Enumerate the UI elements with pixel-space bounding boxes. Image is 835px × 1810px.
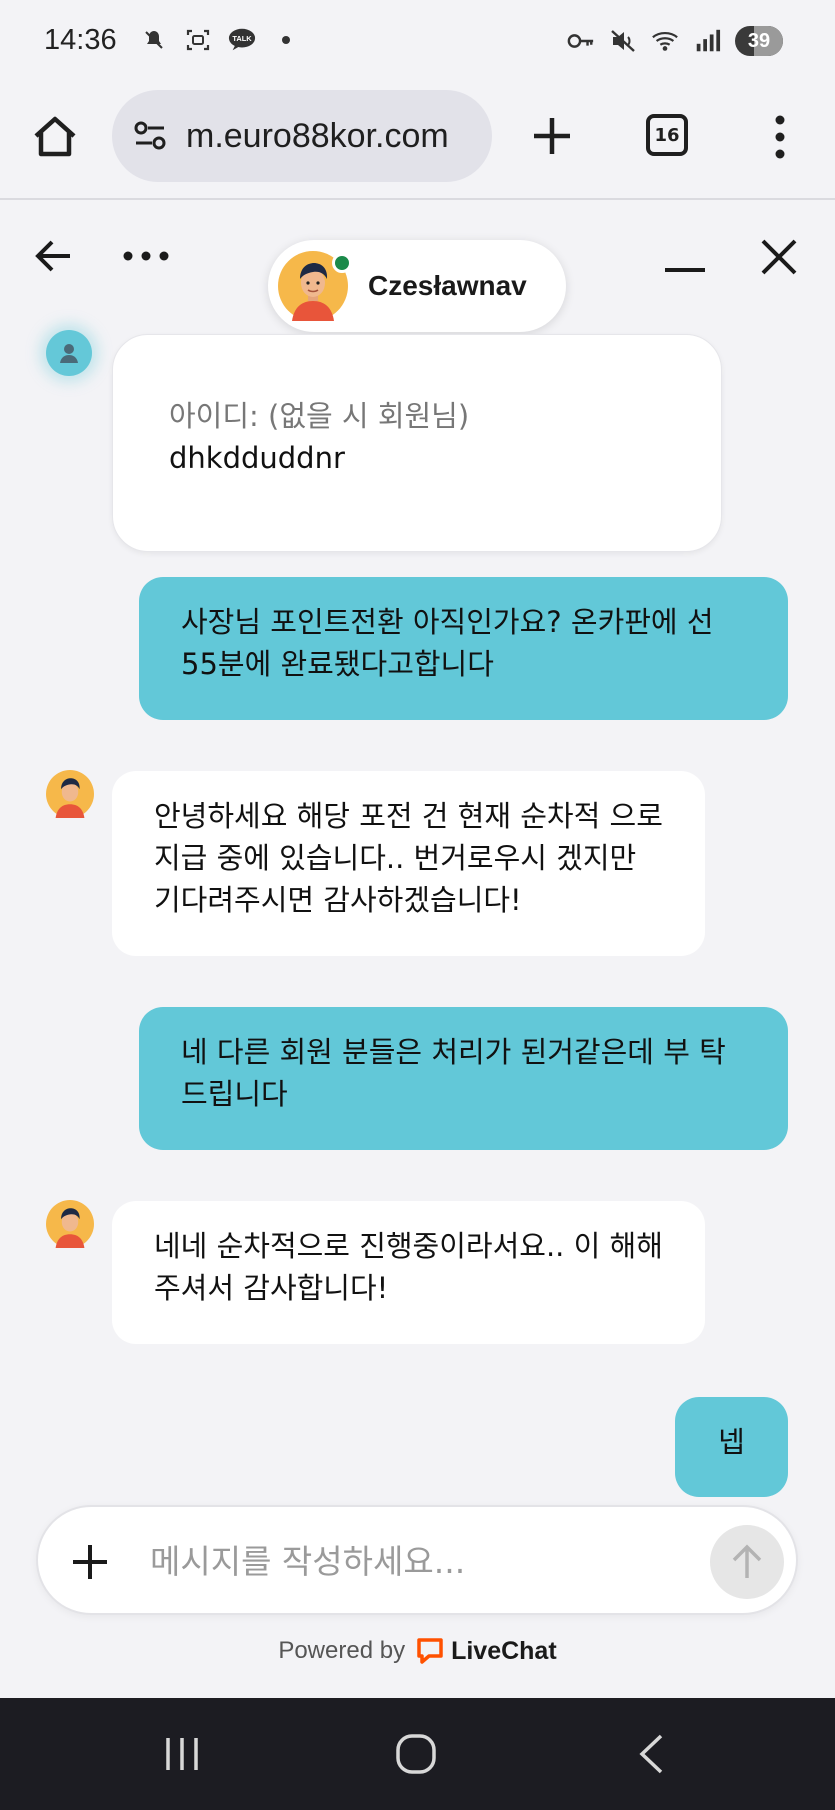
signal-icon (693, 27, 721, 55)
attach-button[interactable] (68, 1540, 112, 1584)
status-left-icons: TALK (140, 26, 300, 54)
plus-icon (534, 118, 570, 154)
battery-level: 39 (747, 29, 771, 52)
screenshot-icon (184, 26, 212, 54)
send-button[interactable] (710, 1525, 784, 1599)
home-circle-icon (396, 1734, 436, 1774)
vibrate-icon (609, 27, 637, 55)
dot-icon (272, 26, 300, 54)
close-button[interactable] (758, 236, 800, 278)
talk-icon: TALK (228, 26, 256, 54)
user-icon (60, 344, 78, 363)
powered-by-text: Powered by (278, 1637, 406, 1664)
home-icon (34, 116, 76, 157)
chevron-left-icon (639, 1734, 663, 1774)
site-settings-icon[interactable] (130, 116, 170, 156)
more-horiz-icon (123, 251, 169, 261)
status-bar: 14:36 TALK 39 (0, 0, 835, 82)
minimize-button[interactable] (662, 244, 708, 274)
system-nav-bar (0, 1698, 835, 1810)
visitor-message: 넵 (675, 1397, 788, 1497)
chat-header: Czesławnav (0, 202, 835, 332)
tab-switcher-button[interactable]: 16 (646, 114, 688, 156)
chat-options-button[interactable] (120, 246, 172, 266)
status-time: 14:36 (44, 24, 117, 56)
livechat-brand: LiveChat (451, 1636, 557, 1665)
agent-message-avatar (46, 1200, 94, 1252)
agent-avatar (278, 251, 352, 321)
message-composer (36, 1505, 798, 1615)
arrow-up-icon (732, 1544, 762, 1578)
visitor-message: 사장님 포인트전환 아직인가요? 온카판에 선 55분에 완료됐다고합니다 (139, 577, 788, 720)
recents-icon (166, 1738, 198, 1770)
prechat-form-card: 아이디: (없을 시 회원님) dhkdduddnr (112, 334, 722, 552)
agent-avatar-icon (46, 770, 94, 818)
agent-message: 네네 순차적으로 진행중이라서요.. 이 해해주셔서 감사합니다! (112, 1201, 705, 1344)
home-nav-button[interactable] (394, 1732, 438, 1776)
online-status-dot (332, 253, 352, 273)
agent-avatar-icon (46, 1200, 94, 1248)
key-icon (567, 27, 595, 55)
url-text: m.euro88kor.com (186, 116, 449, 155)
close-icon (761, 239, 797, 275)
form-field-value: dhkdduddnr (169, 441, 345, 475)
address-bar[interactable]: m.euro88kor.com (112, 90, 492, 182)
browser-menu-button[interactable] (762, 112, 798, 162)
powered-by[interactable]: Powered by LiveChat (0, 1636, 835, 1666)
plus-icon (73, 1545, 107, 1579)
back-nav-button[interactable] (636, 1732, 666, 1776)
minimize-icon (665, 268, 705, 272)
agent-message: 안녕하세요 해당 포전 건 현재 순차적 으로 지급 중에 있습니다.. 번거로… (112, 771, 705, 956)
agent-message-avatar (46, 770, 94, 822)
arrow-left-icon (35, 240, 70, 272)
more-vert-icon (775, 115, 785, 159)
agent-name: Czesławnav (368, 270, 527, 301)
browser-toolbar: m.euro88kor.com 16 (0, 82, 835, 200)
new-tab-button[interactable] (528, 112, 576, 160)
agent-badge: Czesławnav (268, 240, 566, 332)
mute-icon (140, 26, 168, 54)
form-field-label: 아이디: (없을 시 회원님) (169, 399, 470, 433)
visitor-avatar (46, 330, 92, 376)
back-button[interactable] (34, 236, 74, 276)
wifi-icon (651, 27, 679, 55)
message-input[interactable] (150, 1531, 710, 1591)
livechat-icon (417, 1638, 443, 1664)
svg-text:TALK: TALK (232, 34, 252, 43)
status-right-icons: 39 (567, 26, 783, 56)
recents-button[interactable] (162, 1734, 202, 1774)
home-button[interactable] (30, 112, 80, 162)
livechat-logo: LiveChat (415, 1636, 557, 1666)
battery-indicator: 39 (735, 26, 783, 56)
visitor-message: 네 다른 회원 분들은 처리가 된거같은데 부 탁드립니다 (139, 1007, 788, 1150)
